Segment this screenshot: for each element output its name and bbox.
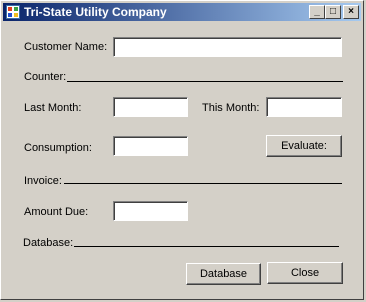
customer-name-field[interactable] [113, 37, 342, 57]
maximize-icon: □ [329, 6, 337, 17]
title-bar[interactable]: Tri-State Utility Company _ □ × [3, 3, 361, 21]
amount-due-input[interactable] [114, 202, 187, 220]
minimize-button[interactable]: _ [309, 5, 325, 19]
counter-label: Counter: [24, 71, 67, 83]
close-icon: × [348, 6, 354, 17]
consumption-label: Consumption: [24, 142, 92, 154]
close-window-button[interactable]: × [343, 5, 359, 19]
evaluate-button[interactable]: Evaluate: [266, 135, 342, 157]
invoice-separator [64, 183, 342, 184]
application-icon[interactable] [6, 5, 20, 19]
consumption-field[interactable] [113, 136, 188, 156]
database-button[interactable]: Database [186, 263, 261, 285]
minimize-icon: _ [314, 6, 320, 17]
app-window: Tri-State Utility Company _ □ × Customer… [0, 0, 364, 300]
last-month-label: Last Month: [24, 102, 82, 114]
consumption-input[interactable] [114, 137, 187, 155]
amount-due-field[interactable] [113, 201, 188, 221]
close-button[interactable]: Close [267, 262, 343, 284]
last-month-field[interactable] [113, 97, 188, 117]
customer-name-label: Customer Name: [24, 41, 108, 53]
counter-separator [67, 81, 343, 82]
window-title: Tri-State Utility Company [24, 5, 167, 19]
amount-due-label: Amount Due: [24, 206, 89, 218]
database-label: Database: [23, 237, 74, 249]
this-month-field[interactable] [266, 97, 342, 117]
last-month-input[interactable] [114, 98, 187, 116]
this-month-input[interactable] [267, 98, 341, 116]
invoice-label: Invoice: [24, 175, 62, 187]
maximize-button[interactable]: □ [325, 5, 341, 19]
database-separator [74, 246, 339, 247]
customer-name-input[interactable] [114, 38, 341, 56]
this-month-label: This Month: [202, 102, 260, 114]
